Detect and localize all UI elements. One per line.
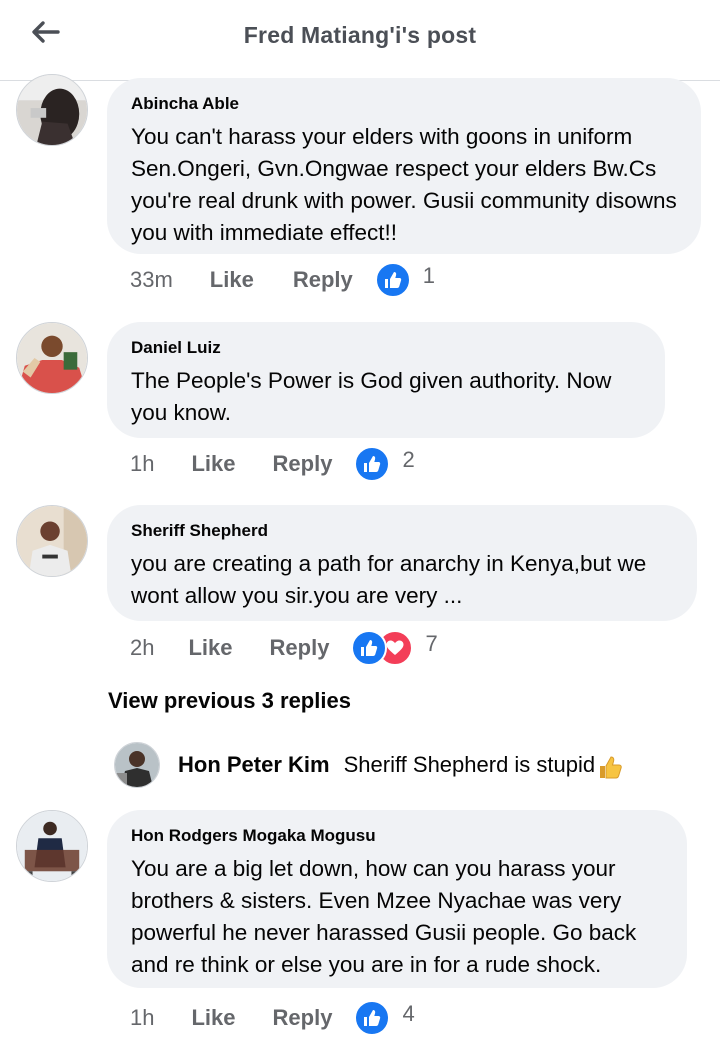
comment-text: You are a big let down, how can you hara… bbox=[131, 856, 637, 977]
avatar[interactable] bbox=[114, 742, 160, 788]
like-button[interactable]: Like bbox=[210, 267, 254, 293]
reply-button[interactable]: Reply bbox=[273, 451, 333, 477]
reply-button[interactable]: Reply bbox=[293, 267, 353, 293]
avatar[interactable] bbox=[16, 810, 88, 882]
comment-author[interactable]: Sheriff Shepherd bbox=[131, 521, 673, 541]
reply-author[interactable]: Hon Peter Kim bbox=[178, 752, 330, 778]
like-button[interactable]: Like bbox=[191, 1005, 235, 1031]
comment-time[interactable]: 2h bbox=[130, 635, 154, 661]
comment-time[interactable]: 1h bbox=[130, 451, 154, 477]
comment-actions: 1h Like Reply 4 bbox=[130, 1000, 415, 1036]
reply-button[interactable]: Reply bbox=[273, 1005, 333, 1031]
like-button[interactable]: Like bbox=[191, 451, 235, 477]
comment-actions: 33m Like Reply 1 bbox=[130, 262, 435, 298]
reply-text: Sheriff Shepherd is stupid bbox=[343, 752, 596, 777]
like-reaction-icon[interactable] bbox=[354, 446, 391, 482]
page-title: Fred Matiang'i's post bbox=[243, 22, 477, 48]
comment-author[interactable]: Abincha Able bbox=[131, 94, 677, 114]
reaction-count[interactable]: 1 bbox=[423, 263, 435, 289]
avatar[interactable] bbox=[16, 505, 88, 577]
comment-time[interactable]: 33m bbox=[130, 267, 173, 293]
comment-actions: 1h Like Reply 2 bbox=[130, 446, 415, 482]
comment-text: you are creating a path for anarchy in K… bbox=[131, 551, 647, 608]
comment-bubble[interactable]: Daniel Luiz The People's Power is God gi… bbox=[107, 322, 665, 438]
top-bar: Fred Matiang'i's post bbox=[0, 0, 720, 81]
reaction-count[interactable]: 4 bbox=[402, 1001, 414, 1027]
comment-author[interactable]: Daniel Luiz bbox=[131, 338, 641, 358]
avatar[interactable] bbox=[16, 322, 88, 394]
reaction-count[interactable]: 7 bbox=[425, 631, 437, 657]
avatar[interactable] bbox=[16, 74, 88, 146]
view-previous-replies-link[interactable]: View previous 3 replies bbox=[108, 688, 351, 714]
like-reaction-icon[interactable] bbox=[354, 1000, 391, 1036]
reply-button[interactable]: Reply bbox=[270, 635, 330, 661]
comment-bubble[interactable]: Abincha Able You can't harass your elder… bbox=[107, 78, 701, 254]
comment-time[interactable]: 1h bbox=[130, 1005, 154, 1031]
comment-text: You can't harass your elders with goons … bbox=[131, 124, 677, 245]
comment-bubble[interactable]: Hon Rodgers Mogaka Mogusu You are a big … bbox=[107, 810, 687, 988]
comment-actions: 2h Like Reply 7 bbox=[130, 630, 438, 666]
reply-preview[interactable]: Hon Peter Kim Sheriff Shepherd is stupid bbox=[114, 742, 625, 788]
like-button[interactable]: Like bbox=[188, 635, 232, 661]
comment-author[interactable]: Hon Rodgers Mogaka Mogusu bbox=[131, 826, 663, 846]
comment-bubble[interactable]: Sheriff Shepherd you are creating a path… bbox=[107, 505, 697, 621]
reaction-count[interactable]: 2 bbox=[402, 447, 414, 473]
like-reaction-icon[interactable] bbox=[374, 262, 411, 298]
comment-text: The People's Power is God given authorit… bbox=[131, 368, 612, 425]
thumbs-up-emoji-icon bbox=[600, 756, 622, 779]
